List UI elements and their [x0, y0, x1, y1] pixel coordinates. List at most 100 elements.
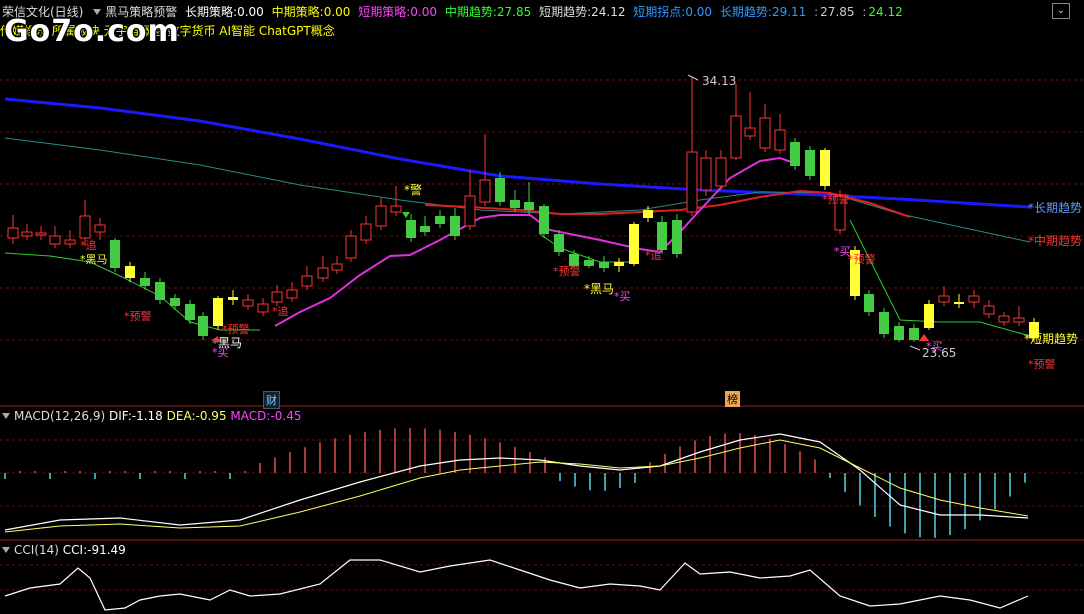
- candle-body: [345, 235, 357, 259]
- candle-body: [700, 157, 712, 191]
- signal-yujing: *预警: [848, 252, 876, 266]
- signal-yujing: *预警: [553, 264, 581, 278]
- candle-body: [331, 263, 343, 271]
- dea-label: DEA:: [166, 409, 196, 423]
- candle-body: [435, 216, 445, 224]
- candle-body: [672, 220, 682, 254]
- candle-body: [983, 305, 995, 315]
- macd-grid: [0, 439, 1084, 507]
- candle-body: [1013, 317, 1025, 323]
- candle-body: [599, 262, 609, 268]
- candle-body: [64, 239, 76, 245]
- candle-body: [879, 312, 889, 334]
- short-trend-tag: *短期趋势: [1024, 332, 1078, 346]
- candle-body: [242, 299, 254, 307]
- candle-body: [998, 315, 1010, 323]
- mid-trend-tag: *中期趋势: [1028, 233, 1082, 248]
- candle-body: [21, 231, 33, 237]
- macd-label[interactable]: MACD(12,26,9): [14, 409, 105, 423]
- signal-jing: *预警: [822, 192, 850, 206]
- long-trend-line: [4, 97, 1031, 209]
- low-pointer: [909, 345, 921, 351]
- candle-body: [94, 224, 106, 233]
- down-arrow-icon: [402, 212, 410, 218]
- dif-value: -1.18: [131, 409, 163, 423]
- candle-body: [554, 234, 564, 252]
- signal-mai: *买: [212, 346, 229, 359]
- green-short-line-2: [539, 233, 630, 263]
- candle-body: [375, 205, 387, 227]
- candle-body: [954, 302, 964, 304]
- candle-body: [790, 142, 800, 166]
- candle-body: [213, 298, 223, 326]
- signal-labels: *追 *黑马 *预警 *黑马 *买 *预警 *追 *警 *预警 *黑马 *买 *…: [80, 182, 1056, 371]
- cci-label[interactable]: CCI(14): [14, 543, 59, 557]
- dragon-tiger-badge[interactable]: 榜: [725, 391, 740, 407]
- candle-body: [924, 304, 934, 328]
- cci-line: [4, 559, 1029, 611]
- candle-body: [170, 298, 180, 306]
- candle-body: [968, 295, 980, 303]
- candle-body: [110, 240, 120, 268]
- candle-body: [140, 278, 150, 286]
- cci-value-label: CCI:: [62, 543, 88, 557]
- candle-body: [864, 294, 874, 312]
- signal-yujing: *预警: [124, 309, 152, 323]
- candle-body: [390, 205, 402, 213]
- long-trend-tag: *长期趋势: [1028, 201, 1082, 215]
- candle-body: [730, 115, 742, 159]
- dea-value: -0.95: [195, 409, 227, 423]
- high-pointer: [687, 74, 699, 81]
- candle-body: [257, 303, 269, 313]
- chevron-down-icon[interactable]: [2, 547, 10, 553]
- macd-value-label: MACD:: [230, 409, 271, 423]
- candle-body: [317, 267, 329, 279]
- candle-body: [894, 326, 904, 340]
- candle-body: [271, 291, 283, 303]
- signal-jing: *警: [404, 182, 422, 197]
- signal-yujing: *预警: [1028, 357, 1056, 371]
- candle-body: [7, 227, 19, 239]
- candle-body: [198, 316, 208, 336]
- candle-body: [524, 202, 534, 210]
- financial-event-badge[interactable]: 财: [263, 391, 280, 409]
- candle-body: [715, 157, 727, 187]
- candle-body: [406, 220, 416, 238]
- signal-heima: *黑马: [584, 282, 614, 296]
- candle-body: [643, 210, 653, 218]
- candle-body: [420, 226, 430, 232]
- dif-label: DIF:: [108, 409, 132, 423]
- candle-body: [301, 275, 313, 287]
- candle-body: [228, 297, 238, 300]
- candle-body: [744, 127, 756, 137]
- chevron-down-icon[interactable]: [2, 413, 10, 419]
- teal-trend-line: [4, 137, 1031, 243]
- candle-body: [686, 151, 698, 213]
- candle-body: [539, 206, 549, 234]
- candle-body: [479, 179, 491, 203]
- candle-body: [464, 195, 476, 227]
- high-label: 34.13: [702, 74, 736, 88]
- cci-header: CCI(14) CCI:-91.49: [0, 543, 126, 557]
- candle-body: [774, 129, 786, 151]
- candle-body: [450, 216, 460, 236]
- candle-body: [805, 150, 815, 176]
- macd-header: MACD(12,26,9) DIF:-1.18 DEA:-0.95 MACD:-…: [0, 409, 302, 423]
- signal-mai: *买: [926, 340, 943, 353]
- signal-zhui: *追: [645, 248, 662, 262]
- candle-body: [155, 282, 165, 300]
- candle-body: [614, 262, 624, 266]
- cci-value: -91.49: [87, 543, 126, 557]
- candle-body: [510, 200, 520, 208]
- macd-value: -0.45: [270, 409, 302, 423]
- signal-zhui: *追: [272, 304, 289, 318]
- candle-body: [125, 266, 135, 278]
- signal-yujing: *预警: [222, 322, 250, 336]
- signal-mai: *买: [614, 290, 631, 303]
- candle-body: [759, 117, 771, 149]
- candle-body: [495, 178, 505, 202]
- signal-zhui: *追: [80, 238, 97, 252]
- buy-arrow-icon: [919, 334, 929, 341]
- candle-body: [79, 215, 91, 239]
- candle-body: [584, 260, 594, 266]
